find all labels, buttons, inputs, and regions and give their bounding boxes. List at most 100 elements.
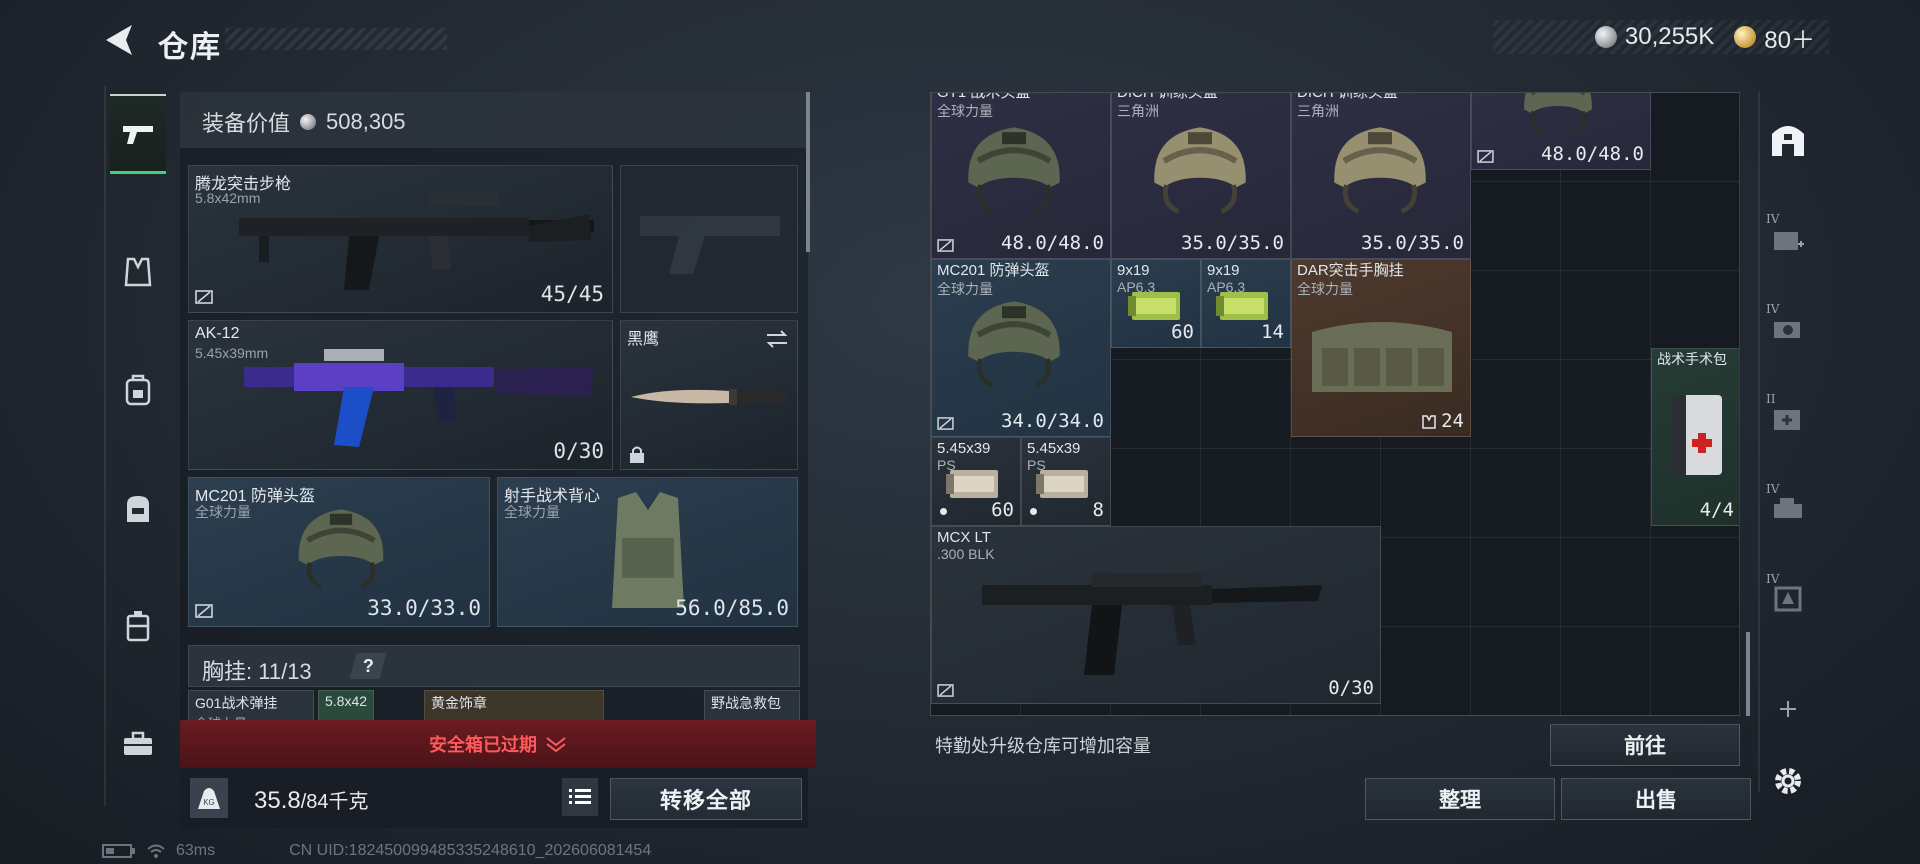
tab-pharmacy[interactable]: II bbox=[1764, 384, 1812, 454]
chest-rig-item[interactable]: 野战急救包 bbox=[704, 690, 800, 724]
tab-workbench[interactable]: IV bbox=[1764, 294, 1812, 364]
bag-icon bbox=[127, 496, 149, 522]
lock-icon bbox=[630, 446, 644, 463]
stash-item[interactable]: DICH 训练头盔 三角洲 35.0/35.0 bbox=[1111, 93, 1291, 259]
helmet-image bbox=[954, 112, 1074, 222]
dot-indicator bbox=[1030, 508, 1037, 515]
weight-icon: KG bbox=[190, 778, 228, 818]
right-tab-bar: IV IV II IV IV bbox=[1758, 92, 1818, 794]
silver-amount: 30,255K bbox=[1624, 23, 1715, 50]
helmet-slot[interactable]: MC201 防弹头盔 全球力量 33.0/33.0 bbox=[188, 477, 490, 627]
briefcase-icon bbox=[124, 731, 152, 755]
chest-rig-image bbox=[1312, 322, 1452, 392]
swap-icon[interactable] bbox=[765, 329, 789, 349]
helmet-image bbox=[285, 496, 397, 596]
back-button[interactable] bbox=[100, 22, 140, 58]
list-icon bbox=[569, 789, 591, 804]
transfer-all-button[interactable]: 转移全部 bbox=[610, 778, 802, 820]
back-arrow-icon bbox=[106, 25, 132, 55]
stash-item[interactable]: 9x19 AP6.3 60 bbox=[1111, 259, 1201, 348]
add-icon bbox=[1780, 701, 1796, 717]
mcx-rifle-image bbox=[982, 573, 1322, 675]
insured-icon bbox=[195, 604, 213, 618]
chest-rig-title: 胸挂: bbox=[202, 659, 253, 684]
chevron-down-icon bbox=[546, 737, 566, 752]
stash-item[interactable]: 5.45x39 PS 60 bbox=[931, 437, 1021, 526]
vest-durability: 56.0/85.0 bbox=[675, 596, 789, 620]
helmet-durability: 33.0/33.0 bbox=[367, 596, 481, 620]
pistol-icon bbox=[123, 125, 153, 144]
tab-backpack[interactable] bbox=[110, 350, 166, 430]
helmet-image bbox=[1508, 92, 1608, 138]
add-button[interactable] bbox=[1764, 674, 1812, 744]
weapon-ammo: 45/45 bbox=[540, 282, 604, 306]
ammo-box-image bbox=[1126, 286, 1186, 326]
stash-grid[interactable]: GT1 战术头盔 全球力量 48.0/48.0 DICH 训练头盔 三角洲 35… bbox=[930, 92, 1740, 716]
secondary-weapon-slot[interactable]: AK-12 5.45x39mm 0/30 bbox=[188, 320, 613, 470]
battery-icon bbox=[102, 844, 135, 858]
safebox-expired-banner[interactable]: 安全箱已过期 bbox=[180, 720, 816, 768]
tab-armor[interactable] bbox=[110, 232, 166, 312]
tab-tech-center[interactable]: IV bbox=[1764, 474, 1812, 544]
title-stripe-decoration bbox=[225, 28, 447, 50]
tab-case[interactable] bbox=[110, 704, 166, 784]
sort-button[interactable]: 整理 bbox=[1365, 778, 1555, 820]
weapon-ammo: 0/30 bbox=[553, 439, 604, 463]
list-view-button[interactable] bbox=[562, 778, 598, 816]
vest-brand: 全球力量 bbox=[504, 504, 560, 520]
medical-station-icon bbox=[1774, 232, 1804, 250]
stash-item[interactable]: MCX LT .300 BLK 0/30 bbox=[931, 526, 1381, 704]
tab-stash[interactable] bbox=[1764, 104, 1812, 174]
knife-image bbox=[631, 389, 787, 405]
melee-slot[interactable]: 黑鹰 bbox=[620, 320, 798, 470]
vest-icon bbox=[124, 257, 152, 287]
workbench-icon bbox=[1774, 322, 1800, 338]
equipment-value-label: 装备价值 bbox=[202, 111, 291, 136]
tab-container[interactable] bbox=[110, 586, 166, 666]
stash-item[interactable]: 9x19 AP6.3 14 bbox=[1201, 259, 1291, 348]
left-tab-bar bbox=[102, 86, 174, 806]
carry-weight: 35.8/84千克 bbox=[254, 785, 369, 815]
settings-icon bbox=[1775, 768, 1801, 794]
equipment-value: 装备价值 508,305 bbox=[202, 106, 406, 138]
chest-rig-label: 胸挂: 11/13 bbox=[202, 654, 312, 686]
helmet-image bbox=[1140, 112, 1260, 222]
insured-icon bbox=[937, 684, 954, 697]
stash-item[interactable]: 战术手术包 4/4 bbox=[1651, 348, 1739, 526]
stash-item[interactable]: 5.45x39 PS 8 bbox=[1021, 437, 1111, 526]
chest-rig-item[interactable]: G01战术弹挂 全球力量 bbox=[188, 690, 314, 724]
tab-bag[interactable] bbox=[110, 468, 166, 548]
pistol-slot[interactable] bbox=[620, 165, 798, 313]
surgery-kit-image bbox=[1672, 395, 1722, 475]
stash-item[interactable]: GT1 战术头盔 全球力量 48.0/48.0 bbox=[931, 93, 1111, 259]
tab-weapons[interactable] bbox=[110, 94, 166, 174]
backpack-icon bbox=[125, 374, 151, 406]
insured-icon bbox=[195, 290, 213, 304]
stash-scrollbar[interactable] bbox=[1746, 632, 1750, 716]
insured-icon bbox=[937, 239, 954, 252]
weight-value: 35.8 bbox=[254, 787, 301, 814]
settings-button[interactable] bbox=[1764, 746, 1812, 816]
vest-slot[interactable]: 射手战术背心 全球力量 56.0/85.0 bbox=[497, 477, 798, 627]
stash-item[interactable]: 48.0/48.0 bbox=[1471, 92, 1651, 170]
silver-coin-icon bbox=[300, 114, 317, 130]
chest-rig-item[interactable]: 5.8x42 bbox=[318, 690, 374, 724]
vest-small-icon bbox=[1422, 415, 1436, 429]
user-uid: CN UID:18245009948533524861​0_2026060814… bbox=[289, 842, 652, 859]
sell-button[interactable]: 出售 bbox=[1561, 778, 1751, 820]
tab-medical-station[interactable]: IV bbox=[1764, 204, 1812, 274]
go-button[interactable]: 前往 bbox=[1550, 724, 1740, 766]
chest-rig-item[interactable]: 黄金饰章 bbox=[424, 690, 604, 724]
stash-item[interactable]: DICH 训练头盔 三角洲 35.0/35.0 bbox=[1291, 93, 1471, 259]
primary-weapon-slot[interactable]: 腾龙突击步枪 5.8x42mm 45/45 bbox=[188, 165, 613, 313]
equipment-value-amount: 508,305 bbox=[326, 109, 406, 134]
stash-item[interactable]: MC201 防弹头盔 全球力量 34.0/34.0 bbox=[931, 259, 1111, 437]
svg-text:KG: KG bbox=[203, 798, 215, 807]
stash-item[interactable]: DAR突击手胸挂 全球力量 24 bbox=[1291, 259, 1471, 437]
status-bar: 63ms CN UID:18245009948533524861​0_20260… bbox=[102, 842, 651, 860]
equipment-scrollbar[interactable] bbox=[806, 92, 810, 252]
stash-icon bbox=[1772, 126, 1804, 156]
tab-armor-station[interactable]: IV bbox=[1764, 564, 1812, 634]
helmet-image bbox=[954, 286, 1074, 396]
silver-coin-icon bbox=[1594, 26, 1617, 48]
